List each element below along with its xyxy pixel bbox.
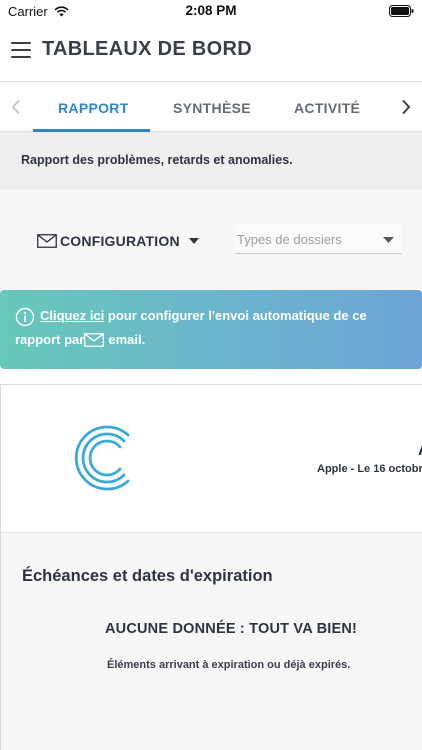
- banner-text-1: pour configurer l'envoi automatique de c…: [104, 308, 367, 323]
- menu-icon[interactable]: [11, 42, 31, 58]
- chevron-right-icon[interactable]: [398, 97, 414, 117]
- report-section: Échéances et dates d'expiration AUCUNE D…: [1, 533, 422, 750]
- empty-state-subtitle: Éléments arrivant à expiration ou déjà e…: [107, 659, 351, 671]
- tab-rapport[interactable]: RAPPORT: [58, 100, 129, 116]
- caret-down-icon: [383, 237, 394, 243]
- tab-bar: RAPPORT SYNTHÈSE ACTIVITÉ: [0, 83, 422, 132]
- description-band: Rapport des problèmes, retards et anomal…: [0, 132, 422, 190]
- empty-state-title: AUCUNE DONNÉE : TOUT VA BIEN!: [105, 621, 358, 637]
- chevron-left-icon[interactable]: [8, 97, 24, 117]
- app-header: TABLEAUX DE BORD: [0, 22, 422, 82]
- folder-type-placeholder: Types de dossiers: [237, 232, 342, 247]
- battery-icon: [389, 5, 414, 17]
- folder-type-select[interactable]: Types de dossiers: [235, 225, 402, 254]
- caret-down-icon: [188, 238, 199, 244]
- config-row: CONFIGURATION Types de dossiers: [0, 190, 422, 290]
- report-header: A Apple - Le 16 octobre: [1, 385, 422, 533]
- report-description: Rapport des problèmes, retards et anomal…: [21, 153, 293, 167]
- section-title: Échéances et dates d'expiration: [22, 567, 273, 585]
- banner-text-2: rapport par: [15, 332, 85, 347]
- tab-synthese[interactable]: SYNTHÈSE: [173, 100, 251, 116]
- status-time: 2:08 PM: [185, 3, 237, 18]
- banner-line-1: Cliquez ici pour configurer l'envoi auto…: [40, 308, 367, 323]
- banner-line-2: rapport par email.: [15, 332, 145, 347]
- page-title: TABLEAUX DE BORD: [42, 38, 252, 60]
- tab-activite[interactable]: ACTIVITÉ: [294, 100, 360, 116]
- configuration-dropdown[interactable]: CONFIGURATION: [37, 231, 199, 251]
- status-bar: Carrier 2:08 PM: [0, 0, 422, 22]
- company-date-line: Apple - Le 16 octobre: [317, 463, 422, 475]
- configure-link[interactable]: Cliquez ici: [40, 308, 104, 323]
- info-icon: [15, 307, 35, 327]
- mail-icon: [37, 234, 57, 248]
- mail-icon: [84, 332, 105, 347]
- auto-send-banner: Cliquez ici pour configurer l'envoi auto…: [0, 290, 422, 369]
- report-card: A Apple - Le 16 octobre Échéances et dat…: [0, 384, 422, 750]
- banner-text-3: email.: [108, 332, 146, 347]
- company-title: A: [418, 442, 422, 460]
- configuration-label: CONFIGURATION: [60, 233, 180, 249]
- logo-icon: [74, 425, 130, 491]
